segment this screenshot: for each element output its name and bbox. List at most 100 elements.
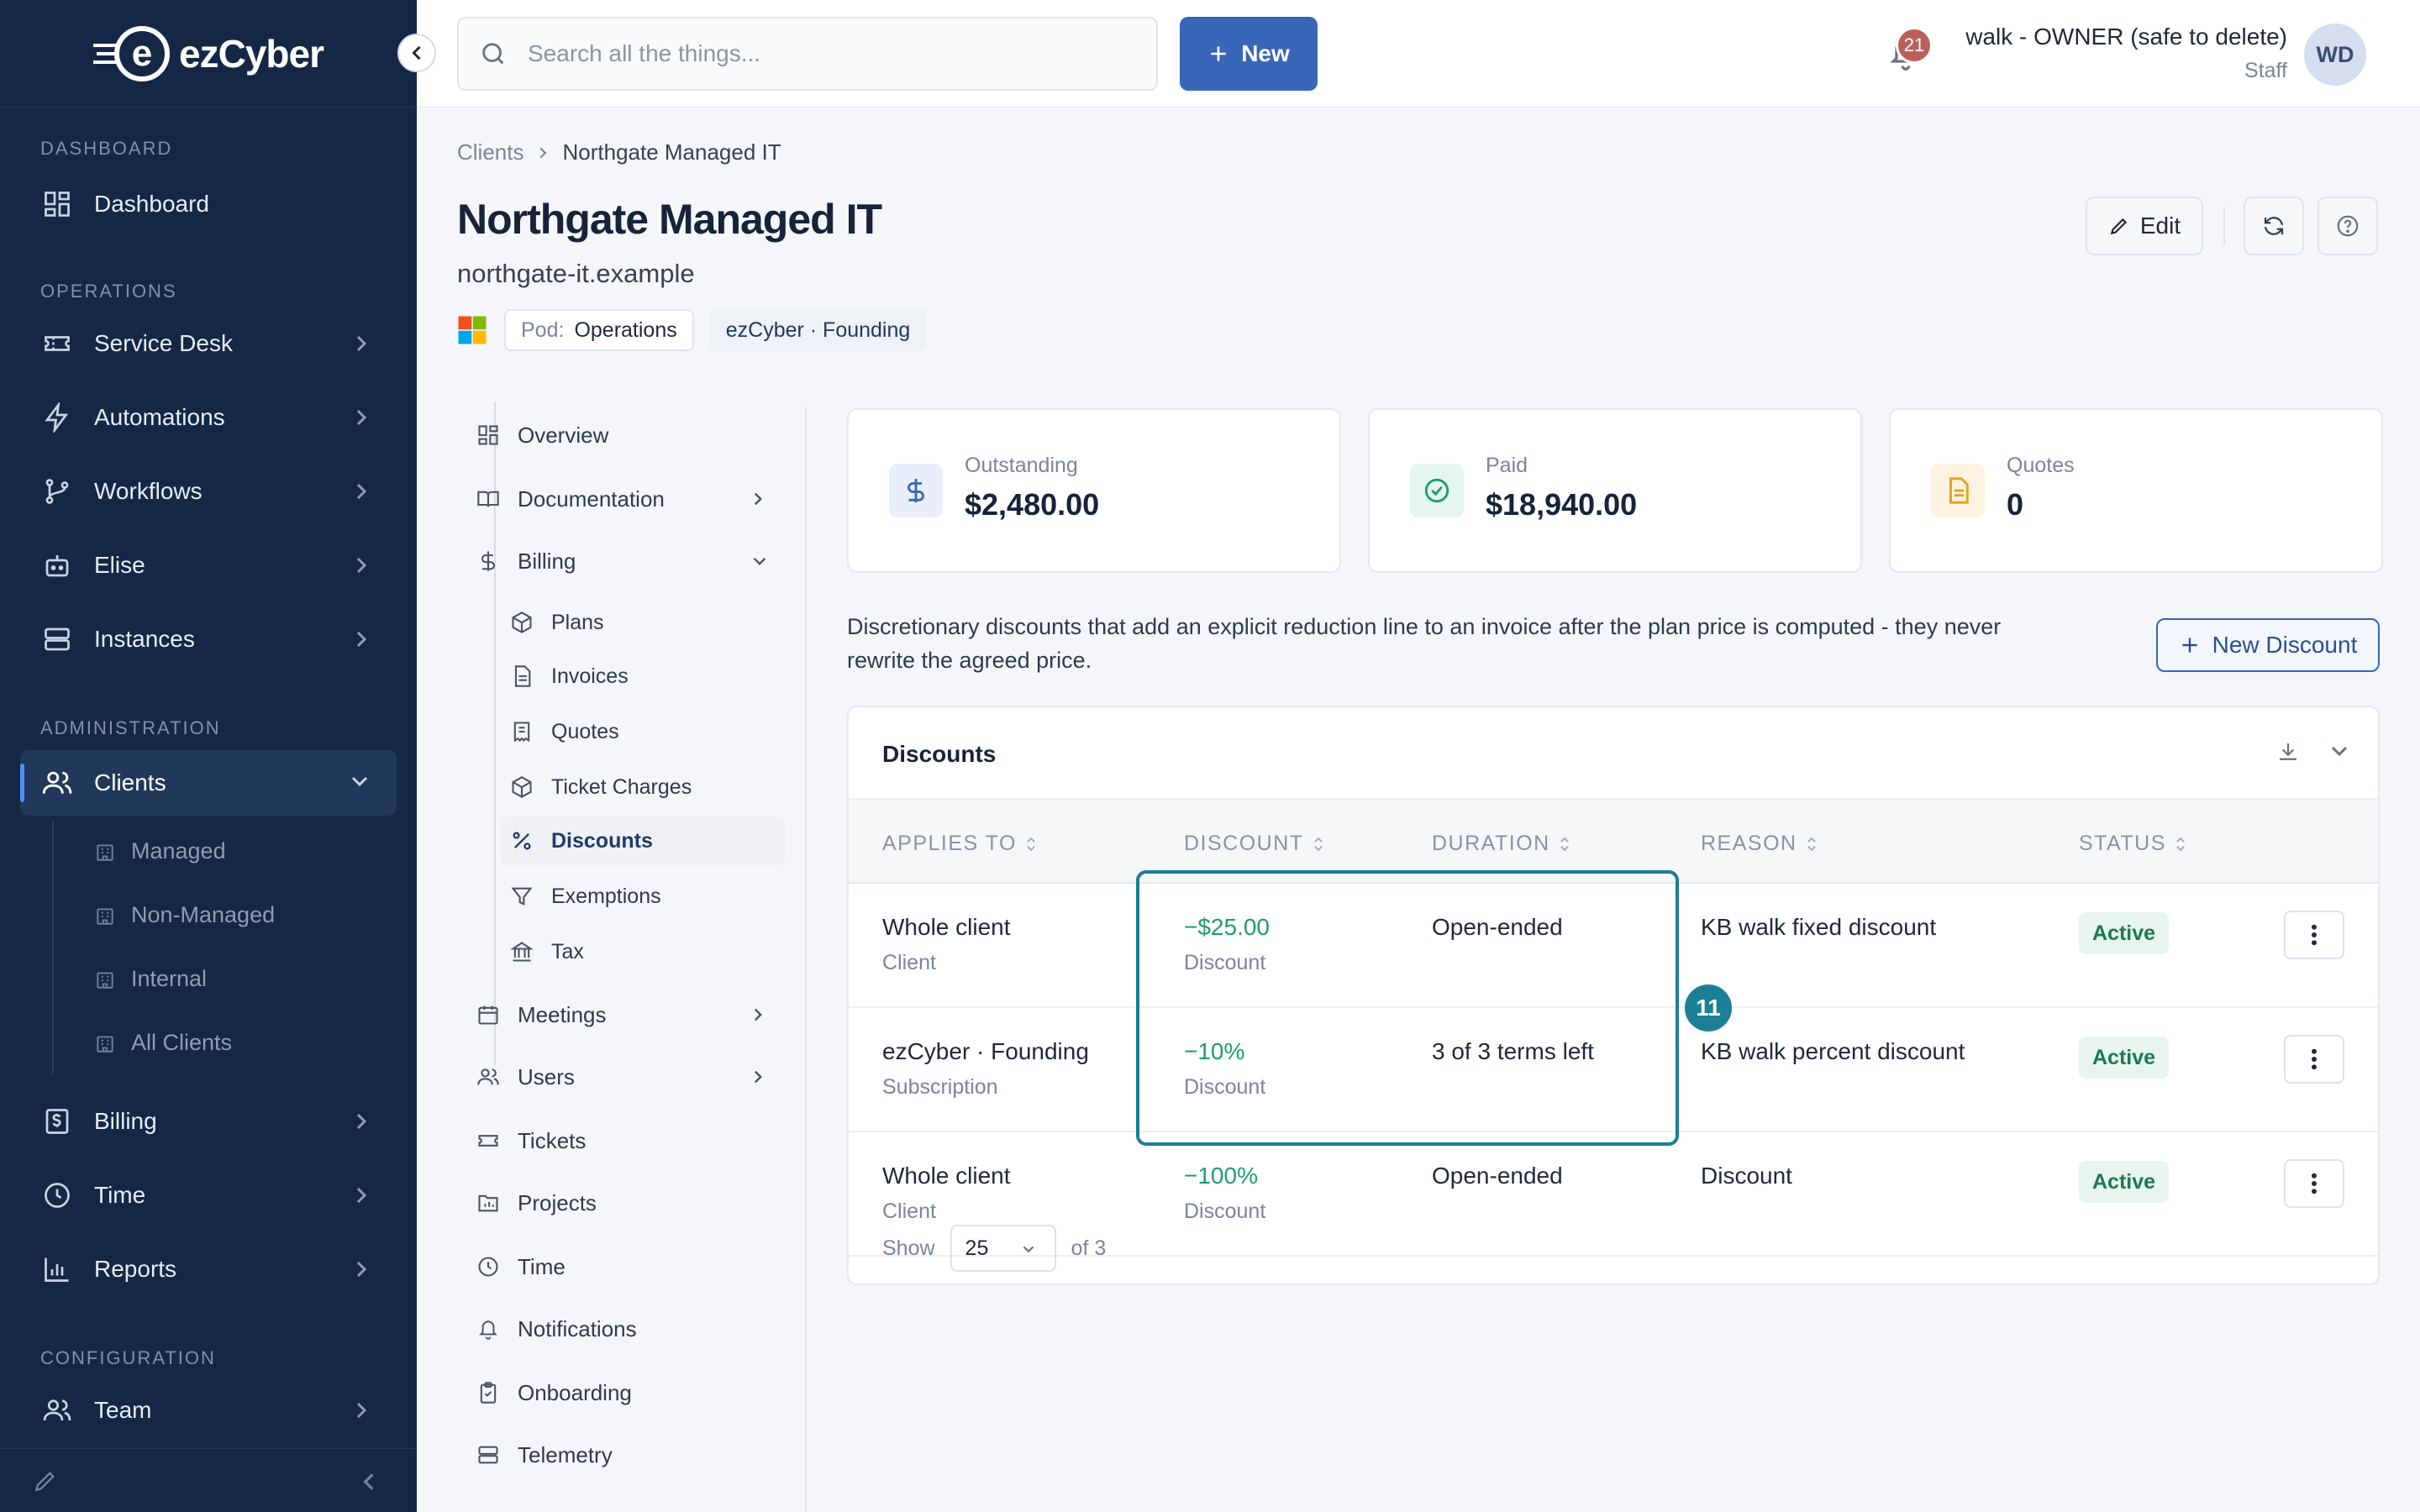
new-button[interactable]: New xyxy=(1180,17,1318,91)
subnav-label: Plans xyxy=(551,610,604,634)
search-box[interactable] xyxy=(457,17,1158,91)
help-button[interactable] xyxy=(2317,197,2378,255)
sidebar-subitem-label: Managed xyxy=(131,838,226,864)
subnav-label: Onboarding xyxy=(518,1379,632,1405)
subnav-label: Ticket Charges xyxy=(551,774,692,799)
sidebar-item-reports[interactable]: Reports xyxy=(20,1236,397,1302)
stat-card-paid: Paid $18,940.00 xyxy=(1368,408,1862,573)
sidebar-item-workflows[interactable]: Workflows xyxy=(20,459,397,524)
subnav-tax[interactable]: Tax xyxy=(509,927,584,976)
chevron-right-icon xyxy=(356,1113,367,1130)
edit-button[interactable]: Edit xyxy=(2086,197,2203,255)
refresh-icon xyxy=(2264,217,2284,235)
subnav-users[interactable]: Users xyxy=(476,1052,762,1102)
building-icon xyxy=(94,905,116,927)
table-row[interactable]: Whole client Client −$25.00 Discount Open-… xyxy=(849,884,2378,1008)
chevron-left-icon[interactable] xyxy=(360,1471,378,1493)
sidebar-item-service-desk[interactable]: Service Desk xyxy=(20,311,397,376)
user-name[interactable]: walk - OWNER (safe to delete) xyxy=(1965,24,2287,50)
discounts-description: Discretionary discounts that add an expl… xyxy=(847,614,2002,673)
subnav-billing[interactable]: Billing xyxy=(476,536,766,586)
column-discount[interactable]: DISCOUNT xyxy=(1184,832,1324,856)
sidebar-subitem-all-clients[interactable]: All Clients xyxy=(94,1030,232,1056)
filter-icon xyxy=(509,885,534,908)
new-discount-button[interactable]: New Discount xyxy=(2156,618,2380,672)
sidebar-subitem-internal[interactable]: Internal xyxy=(94,966,207,992)
sidebar-item-team[interactable]: Team xyxy=(20,1378,397,1443)
column-reason[interactable]: REASON xyxy=(1701,832,1818,856)
sidebar-item-elise[interactable]: Elise xyxy=(20,533,397,598)
download-icon[interactable] xyxy=(2275,739,2301,764)
plan-tag: ezCyber · Founding xyxy=(708,309,928,351)
reason: KB walk percent discount xyxy=(1701,1038,1965,1064)
subnav-plans[interactable]: Plans xyxy=(509,598,604,647)
table-row[interactable]: ezCyber · Founding Subscription −10% Disco… xyxy=(849,1008,2378,1132)
row-actions-button[interactable] xyxy=(2284,911,2344,959)
page-size-select[interactable]: 25 xyxy=(950,1225,1056,1272)
sidebar-item-label: Dashboard xyxy=(94,191,209,217)
page-title: Northgate Managed IT xyxy=(457,196,882,243)
column-applies-to[interactable]: APPLIES TO xyxy=(882,832,1037,856)
pod-tag-value: Operations xyxy=(574,318,677,342)
subnav-documentation[interactable]: Documentation xyxy=(476,474,762,524)
section-operations: OPERATIONS xyxy=(40,281,177,302)
discount-type: Discount xyxy=(1184,951,1266,974)
subnav-label: Documentation xyxy=(518,486,665,512)
subnav-time[interactable]: Time xyxy=(476,1242,566,1292)
subnav-label: Overview xyxy=(518,422,609,448)
dollar-icon xyxy=(476,549,501,573)
row-actions-button[interactable] xyxy=(2284,1159,2344,1208)
breadcrumb-clients[interactable]: Clients xyxy=(457,139,523,165)
avatar[interactable]: WD xyxy=(2304,24,2366,86)
subnav-quotes[interactable]: Quotes xyxy=(509,707,619,756)
pod-tag[interactable]: Pod: Operations xyxy=(504,309,694,351)
refresh-button[interactable] xyxy=(2244,197,2304,255)
sidebar-item-instances[interactable]: Instances xyxy=(20,606,397,672)
stat-label: Outstanding xyxy=(965,454,1078,477)
collapse-sidebar-button[interactable] xyxy=(397,34,436,72)
user-role: Staff xyxy=(2244,59,2287,82)
subnav-overview[interactable]: Overview xyxy=(476,410,608,460)
column-label: REASON xyxy=(1701,832,1797,855)
page-size-value: 25 xyxy=(965,1236,989,1260)
sidebar-item-billing[interactable]: Billing xyxy=(20,1089,397,1154)
chevron-right-icon xyxy=(356,1402,367,1419)
users-icon xyxy=(40,766,74,800)
chevron-down-icon[interactable] xyxy=(2329,743,2349,759)
stat-value: 0 xyxy=(2007,487,2024,522)
chevron-right-icon xyxy=(356,1261,367,1278)
building-icon xyxy=(94,969,116,990)
sidebar-item-automations[interactable]: Automations xyxy=(20,385,397,450)
subnav-meetings[interactable]: Meetings xyxy=(476,990,762,1040)
subnav-exemptions[interactable]: Exemptions xyxy=(509,872,661,921)
discount-type: Discount xyxy=(1184,1200,1266,1223)
breadcrumb-current: Northgate Managed IT xyxy=(562,139,781,165)
subnav-tickets[interactable]: Tickets xyxy=(476,1116,586,1166)
column-status[interactable]: STATUS xyxy=(2079,832,2186,856)
brand-logo[interactable]: e ezCyber xyxy=(0,0,417,108)
column-label: APPLIES TO xyxy=(882,832,1017,855)
folder-chart-icon xyxy=(476,1191,501,1215)
show-label: Show xyxy=(882,1236,935,1260)
sidebar-item-time[interactable]: Time xyxy=(20,1163,397,1228)
subnav-notifications[interactable]: Notifications xyxy=(476,1304,637,1354)
subnav-telemetry[interactable]: Telemetry xyxy=(476,1430,613,1480)
sidebar-item-dashboard[interactable]: Dashboard xyxy=(20,171,397,237)
sidebar-subitem-managed[interactable]: Managed xyxy=(94,838,226,864)
applies-to: Whole client xyxy=(882,914,1011,940)
pencil-icon[interactable] xyxy=(32,1467,59,1494)
subnav-invoices[interactable]: Invoices xyxy=(509,652,629,701)
search-input[interactable] xyxy=(528,40,1116,67)
row-actions-button[interactable] xyxy=(2284,1035,2344,1084)
subnav-label: Users xyxy=(518,1063,575,1089)
subnav-onboarding[interactable]: Onboarding xyxy=(476,1368,632,1418)
subnav-label: Discounts xyxy=(551,828,653,853)
subnav-ticket-charges[interactable]: Ticket Charges xyxy=(509,763,692,811)
column-duration[interactable]: DURATION xyxy=(1432,832,1570,856)
plus-icon xyxy=(2181,638,2197,653)
sidebar-item-label: Elise xyxy=(94,552,145,578)
subnav-discounts[interactable]: Discounts xyxy=(501,816,785,865)
subnav-projects[interactable]: Projects xyxy=(476,1178,597,1228)
sidebar-subitem-non-managed[interactable]: Non-Managed xyxy=(94,902,275,928)
sidebar-item-clients[interactable]: Clients xyxy=(20,750,397,816)
